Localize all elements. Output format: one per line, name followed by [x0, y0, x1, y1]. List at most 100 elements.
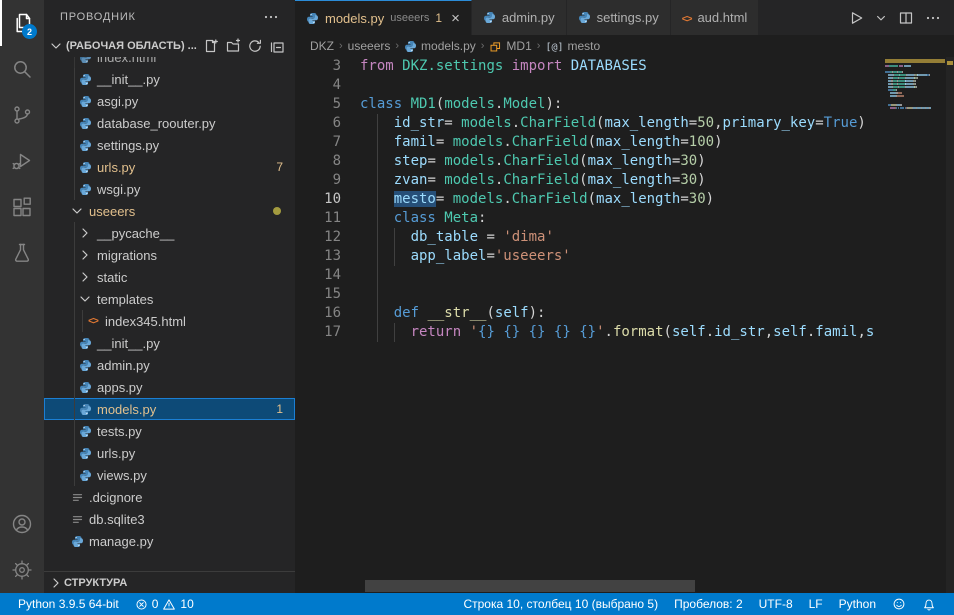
breadcrumb-item-mesto[interactable]: [@] mesto: [545, 39, 600, 53]
tree-item--dcignore[interactable]: .dcignore: [44, 486, 295, 508]
chevron-right-icon: [76, 247, 94, 263]
activity-bar-item-settings[interactable]: [0, 547, 44, 593]
code-line-7[interactable]: 7 famil= models.CharField(max_length=100…: [295, 133, 954, 152]
tree-item-urls-py[interactable]: urls.py7: [44, 156, 295, 178]
code-line-10[interactable]: 10 mesto= models.CharField(max_length=30…: [295, 190, 954, 209]
code-editor[interactable]: 3from DKZ.settings import DATABASES45cla…: [295, 57, 954, 593]
code-line-17[interactable]: 17 return '{} {} {} {} {}'.format(self.i…: [295, 323, 954, 342]
indentation-status[interactable]: Пробелов: 2: [666, 593, 751, 615]
tab-label: aud.html: [697, 10, 747, 25]
tree-item-useeers[interactable]: useeers: [44, 200, 295, 222]
tab-settings-py[interactable]: settings.py: [567, 0, 671, 35]
breadcrumb: DKZ › useeers › models.py › MD1 › [@] me…: [295, 35, 954, 57]
language-mode-status[interactable]: Python: [831, 593, 884, 615]
code-line-6[interactable]: 6 id_str= models.CharField(max_length=50…: [295, 114, 954, 133]
overview-ruler: [946, 57, 954, 593]
tree-item-label: static: [97, 270, 127, 285]
python-icon: [76, 183, 94, 196]
run-dropdown-chevron-icon[interactable]: [875, 12, 887, 24]
minimap[interactable]: [885, 59, 945, 110]
code-line-3[interactable]: 3from DKZ.settings import DATABASES: [295, 57, 954, 76]
code-line-8[interactable]: 8 step= models.CharField(max_length=30): [295, 152, 954, 171]
refresh-icon[interactable]: [247, 38, 263, 54]
run-button[interactable]: [848, 10, 864, 26]
tree-item-label: templates: [97, 292, 153, 307]
tree-item-label: views.py: [97, 468, 147, 483]
code-line-11[interactable]: 11 class Meta:: [295, 209, 954, 228]
python-interpreter-status[interactable]: Python 3.9.5 64-bit: [10, 593, 127, 615]
tree-item-manage-py[interactable]: manage.py: [44, 530, 295, 552]
problems-status[interactable]: 0 10: [127, 593, 202, 615]
tree-item--init-py[interactable]: __init__.py: [44, 332, 295, 354]
tab-models-py[interactable]: models.py useeers 1 ×: [295, 0, 472, 35]
more-actions-icon[interactable]: [925, 10, 941, 26]
feedback-icon[interactable]: [884, 593, 914, 615]
code-line-13[interactable]: 13 app_label='useeers': [295, 247, 954, 266]
tree-item--init-py[interactable]: __init__.py: [44, 68, 295, 90]
code-line-5[interactable]: 5class MD1(models.Model):: [295, 95, 954, 114]
warning-icon: [162, 598, 176, 611]
tree-item-index345-html[interactable]: <>index345.html: [44, 310, 295, 332]
activity-bar-item-testing[interactable]: [0, 230, 44, 276]
sidebar-more-actions-icon[interactable]: [263, 9, 279, 25]
line-number: 11: [295, 209, 341, 228]
python-icon: [76, 95, 94, 108]
code-line-14[interactable]: 14: [295, 266, 954, 285]
tree-item-label: database_roouter.py: [97, 116, 216, 131]
activity-bar-item-source-control[interactable]: [0, 92, 44, 138]
tree-item-asgi-py[interactable]: asgi.py: [44, 90, 295, 112]
code-line-9[interactable]: 9 zvan= models.CharField(max_length=30): [295, 171, 954, 190]
tree-item-db-sqlite3[interactable]: db.sqlite3: [44, 508, 295, 530]
breadcrumb-item-md1[interactable]: MD1: [489, 39, 531, 53]
eol-status[interactable]: LF: [801, 593, 831, 615]
tree-item-wsgi-py[interactable]: wsgi.py: [44, 178, 295, 200]
problems-count-badge: 1: [276, 402, 283, 416]
new-folder-icon[interactable]: [225, 38, 241, 54]
notifications-bell-icon[interactable]: [914, 593, 944, 615]
tree-item-urls-py[interactable]: urls.py: [44, 442, 295, 464]
breadcrumb-item-useeers[interactable]: useeers: [348, 39, 391, 53]
tree-item-label: db.sqlite3: [89, 512, 145, 527]
outline-section-label: СТРУКТУРА: [64, 577, 127, 589]
tree-item-views-py[interactable]: views.py: [44, 464, 295, 486]
tree-item-index-html[interactable]: index.html: [44, 57, 295, 68]
workspace-section-header[interactable]: (РАБОЧАЯ ОБЛАСТЬ) ...: [44, 34, 295, 57]
tab-admin-py[interactable]: admin.py: [472, 0, 567, 35]
tree-item-admin-py[interactable]: admin.py: [44, 354, 295, 376]
activity-bar-item-run-debug[interactable]: [0, 138, 44, 184]
tree-item-label: settings.py: [97, 138, 159, 153]
tree-item-templates[interactable]: templates: [44, 288, 295, 310]
activity-bar-item-extensions[interactable]: [0, 184, 44, 230]
collapse-all-icon[interactable]: [269, 38, 285, 54]
tab-aud-html[interactable]: <> aud.html: [671, 0, 760, 35]
cursor-position-status[interactable]: Строка 10, столбец 10 (выбрано 5): [455, 593, 666, 615]
split-editor-button[interactable]: [898, 10, 914, 26]
chevron-down-icon: [76, 291, 94, 307]
horizontal-scrollbar[interactable]: [365, 580, 695, 592]
python-icon: [76, 447, 94, 460]
tree-item-tests-py[interactable]: tests.py: [44, 420, 295, 442]
tree-item-static[interactable]: static: [44, 266, 295, 288]
chevron-down-icon: [68, 203, 86, 219]
outline-section-header[interactable]: СТРУКТУРА: [44, 571, 295, 593]
tree-item-label: tests.py: [97, 424, 142, 439]
activity-bar-item-account[interactable]: [0, 501, 44, 547]
encoding-status[interactable]: UTF-8: [751, 593, 801, 615]
activity-bar-item-explorer[interactable]: 2: [0, 0, 44, 46]
new-file-icon[interactable]: [203, 38, 219, 54]
tree-item-settings-py[interactable]: settings.py: [44, 134, 295, 156]
code-line-4[interactable]: 4: [295, 76, 954, 95]
tree-item-apps-py[interactable]: apps.py: [44, 376, 295, 398]
tree-item-migrations[interactable]: migrations: [44, 244, 295, 266]
tree-item-database-roouter-py[interactable]: database_roouter.py: [44, 112, 295, 134]
config-icon: [68, 491, 86, 504]
close-icon[interactable]: ×: [451, 11, 460, 26]
breadcrumb-item-models-py[interactable]: models.py: [404, 39, 476, 53]
activity-bar-item-search[interactable]: [0, 46, 44, 92]
code-line-15[interactable]: 15: [295, 285, 954, 304]
tree-item--pycache-[interactable]: __pycache__: [44, 222, 295, 244]
code-line-16[interactable]: 16 def __str__(self):: [295, 304, 954, 323]
breadcrumb-item-dkz[interactable]: DKZ: [310, 39, 334, 53]
tree-item-models-py[interactable]: models.py1: [44, 398, 295, 420]
code-line-12[interactable]: 12 db_table = 'dima': [295, 228, 954, 247]
